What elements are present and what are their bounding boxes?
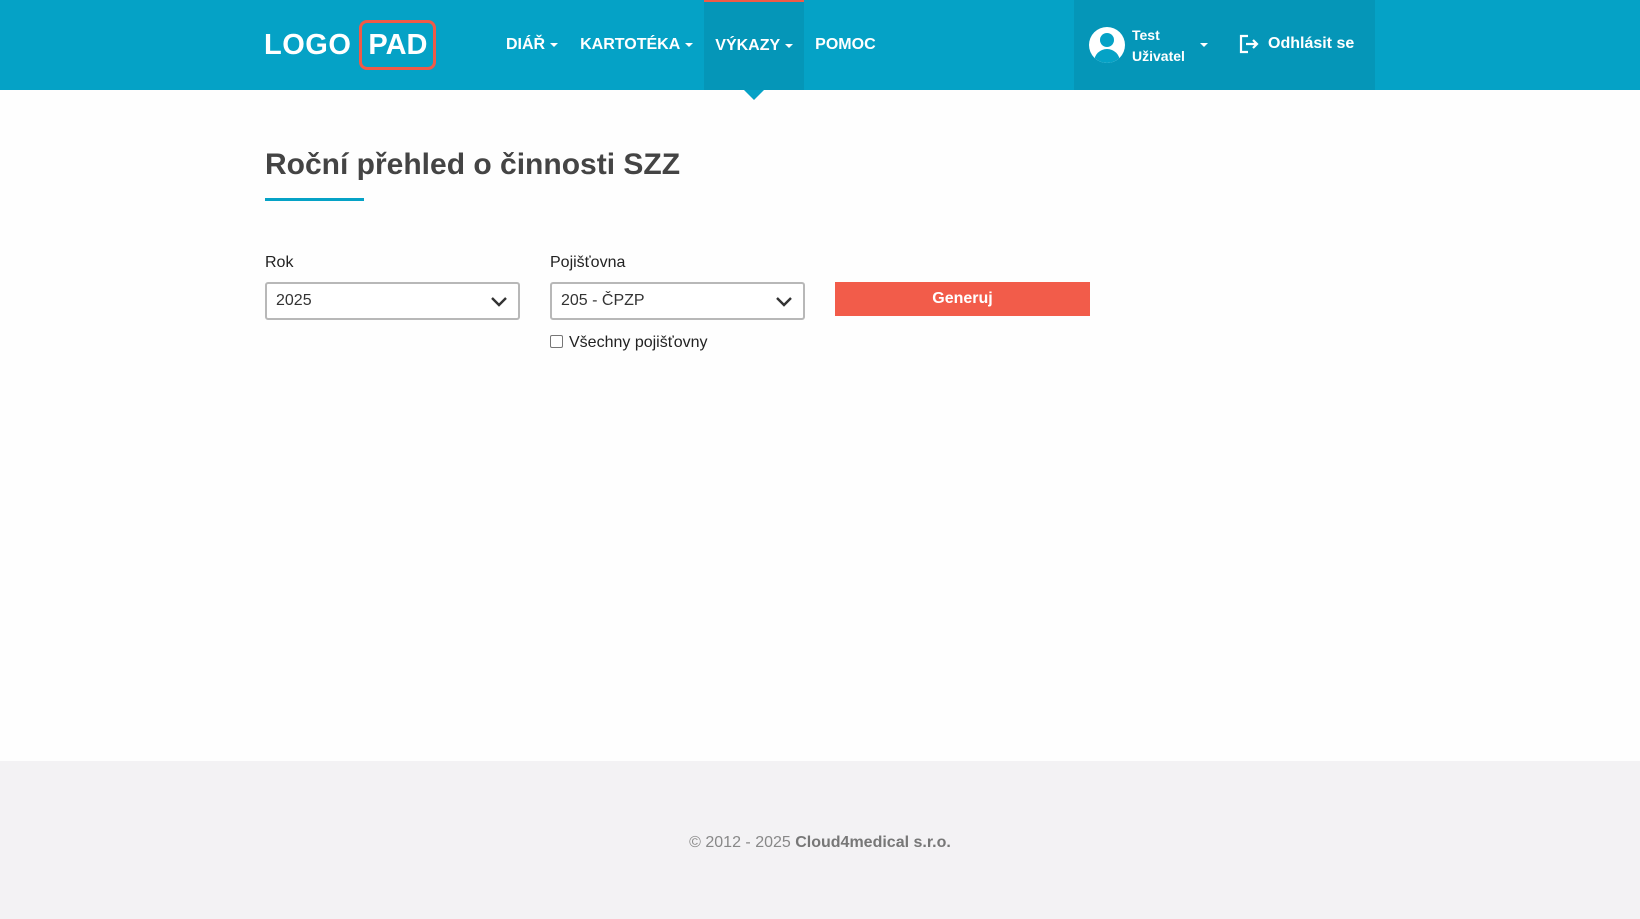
nav-kartoteka-label: KARTOTÉKA xyxy=(580,36,681,53)
nav-diar[interactable]: DIÁŘ xyxy=(495,0,569,90)
nav-pomoc-label: POMOC xyxy=(815,36,876,53)
logo[interactable]: LOGO PAD xyxy=(264,20,437,70)
copyright-years: © 2012 - 2025 xyxy=(689,834,791,851)
year-label: Rok xyxy=(265,254,294,271)
insurer-value: 205 - ČPZP xyxy=(561,292,645,309)
user-last-name: Uživatel xyxy=(1132,48,1185,64)
user-name: Test Uživatel xyxy=(1132,25,1185,67)
all-insurers-row: Všechny pojišťovny xyxy=(550,334,708,352)
all-insurers-checkbox[interactable] xyxy=(550,334,563,348)
company-name[interactable]: Cloud4medical s.r.o. xyxy=(795,834,951,851)
nav-vykazy[interactable]: VÝKAZY xyxy=(704,0,805,100)
user-menu[interactable]: Test Uživatel Odhlásit se xyxy=(1074,0,1375,90)
copyright: © 2012 - 2025 Cloud4medical s.r.o. xyxy=(0,834,1640,852)
insurer-select[interactable]: 205 - ČPZP xyxy=(550,282,805,320)
top-navbar: LOGO PAD DIÁŘ KARTOTÉKA VÝKAZY POMOC Tes… xyxy=(0,0,1640,100)
all-insurers-label[interactable]: Všechny pojišťovny xyxy=(569,334,708,352)
title-underline xyxy=(265,198,364,201)
user-avatar-icon xyxy=(1089,27,1125,63)
logo-text-right: PAD xyxy=(359,20,437,70)
caret-down-icon xyxy=(550,43,559,47)
user-first-name: Test xyxy=(1132,27,1160,43)
main-nav: DIÁŘ KARTOTÉKA VÝKAZY POMOC xyxy=(495,0,887,100)
year-select[interactable]: 2025 xyxy=(265,282,520,320)
nav-kartoteka[interactable]: KARTOTÉKA xyxy=(569,0,704,90)
logout-icon xyxy=(1239,34,1259,54)
caret-down-icon xyxy=(785,44,794,48)
year-value: 2025 xyxy=(276,292,312,309)
nav-diar-label: DIÁŘ xyxy=(506,36,546,53)
caret-down-icon[interactable] xyxy=(1200,43,1208,47)
insurer-label: Pojišťovna xyxy=(550,254,626,271)
logout-label: Odhlásit se xyxy=(1268,35,1355,52)
nav-pomoc[interactable]: POMOC xyxy=(804,0,886,90)
logout-button[interactable]: Odhlásit se xyxy=(1238,33,1354,55)
caret-down-icon xyxy=(685,43,694,47)
chevron-down-icon xyxy=(776,297,792,307)
page-title: Roční přehled o činnosti SZZ xyxy=(265,148,681,181)
generate-button[interactable]: Generuj xyxy=(835,282,1090,316)
chevron-down-icon xyxy=(491,297,507,307)
nav-vykazy-label: VÝKAZY xyxy=(715,37,781,54)
logo-text-left: LOGO xyxy=(264,28,352,61)
